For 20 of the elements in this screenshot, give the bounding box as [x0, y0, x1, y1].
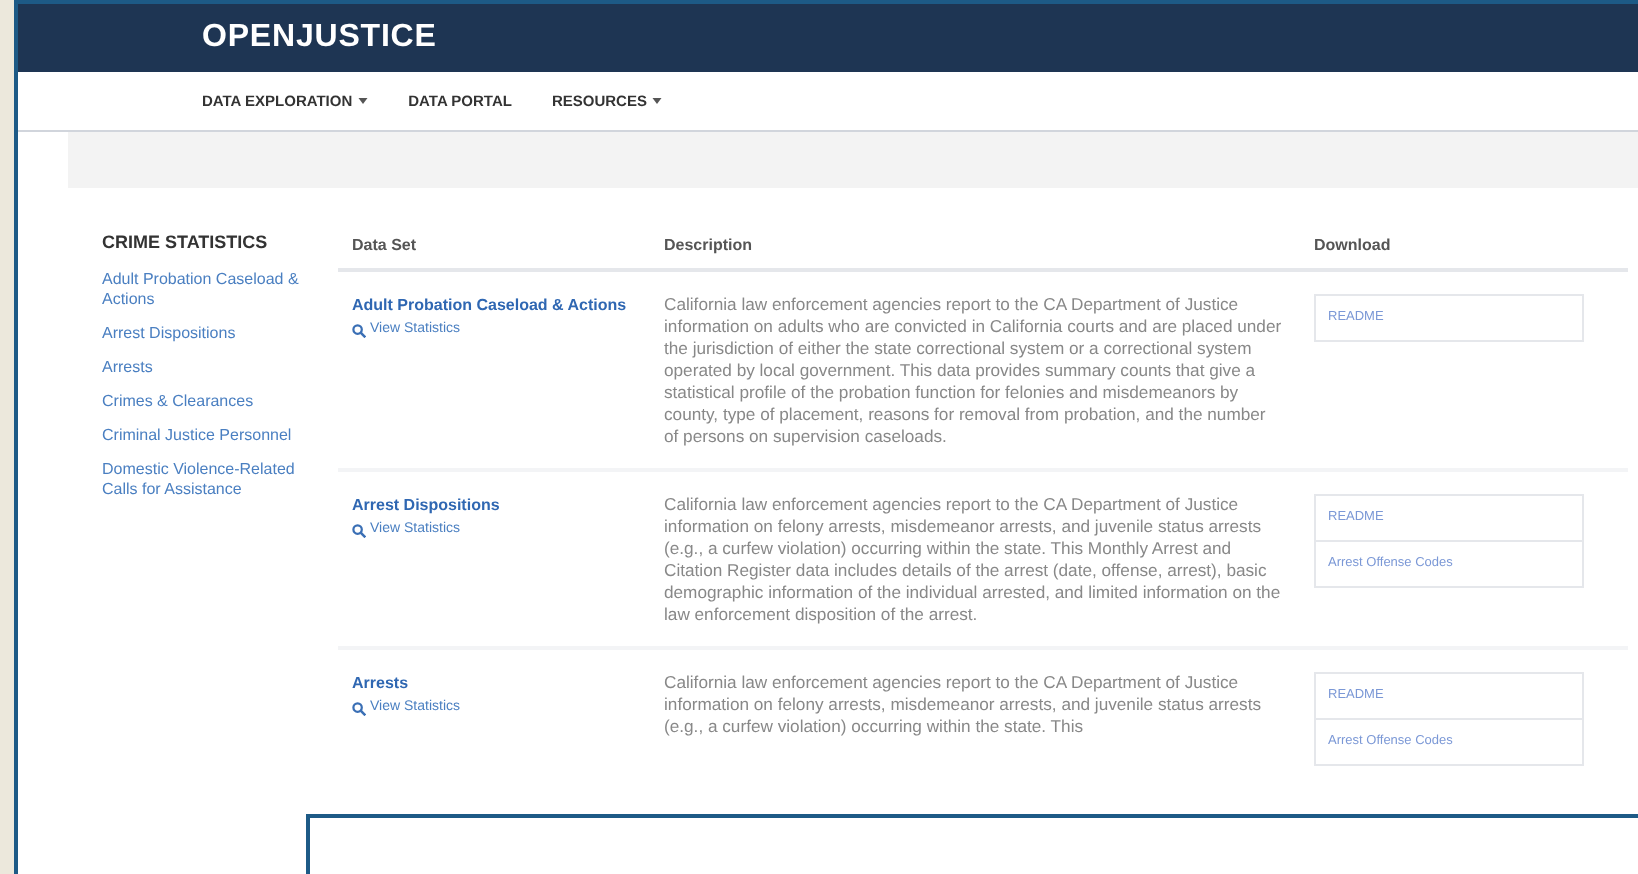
sidebar-link[interactable]: Adult Probation Caseload & Actions	[102, 269, 322, 309]
sidebar-link[interactable]: Arrests	[102, 357, 322, 377]
column-header: Description	[664, 236, 753, 254]
site-logo[interactable]: OPENJUSTICE	[202, 14, 437, 62]
dataset-description: California law enforcement agencies report to the CA Department of Justice information on adults who are convicted in California courts and are placed under the jurisdiction of either the state correctional system or a correctional system operated by local government. This data provides summary counts that give a statistical profile of the probation function for felonies and misdemeanors by county, type of placement, reasons for removal from probation, and the number of persons on supervision caseloads.	[664, 294, 1282, 448]
sidebar-link[interactable]: Domestic Violence-Related Calls for Assistance	[102, 459, 322, 499]
dataset-link[interactable]: Arrest Dispositions	[352, 494, 640, 518]
column-header: Download	[1314, 236, 1391, 254]
dataset-description: California law enforcement agencies report to the CA Department of Justice information on felony arrests, misdemeanor arrests, and juvenile status arrests (e.g., a curfew violation) occurring within the state. This Monthly Arrest and Citation Register data includes details of the arrest (date, offense, arrest), basic demographic information of the individual arrested, and limited information on the law enforcement disposition of the arrest.	[664, 494, 1282, 626]
sidebar-link[interactable]: Criminal Justice Personnel	[102, 425, 322, 445]
sidebar-link[interactable]: Crimes & Clearances	[102, 391, 322, 411]
column-header: Data Set	[352, 236, 417, 254]
sidebar-title: CRIME STATISTICS	[102, 230, 270, 256]
sidebar-link[interactable]: Arrest Dispositions	[102, 323, 322, 343]
dataset-description: California law enforcement agencies report to the CA Department of Justice information on felony arrests, misdemeanor arrests, and juvenile status arrests (e.g., a curfew violation) occurring within the state. This	[664, 672, 1264, 738]
search-icon	[352, 523, 366, 537]
search-icon	[352, 323, 366, 337]
dataset-link[interactable]: Adult Probation Caseload & Actions	[352, 294, 640, 318]
dataset-link[interactable]: Arrests	[352, 672, 640, 696]
search-icon	[352, 701, 366, 715]
